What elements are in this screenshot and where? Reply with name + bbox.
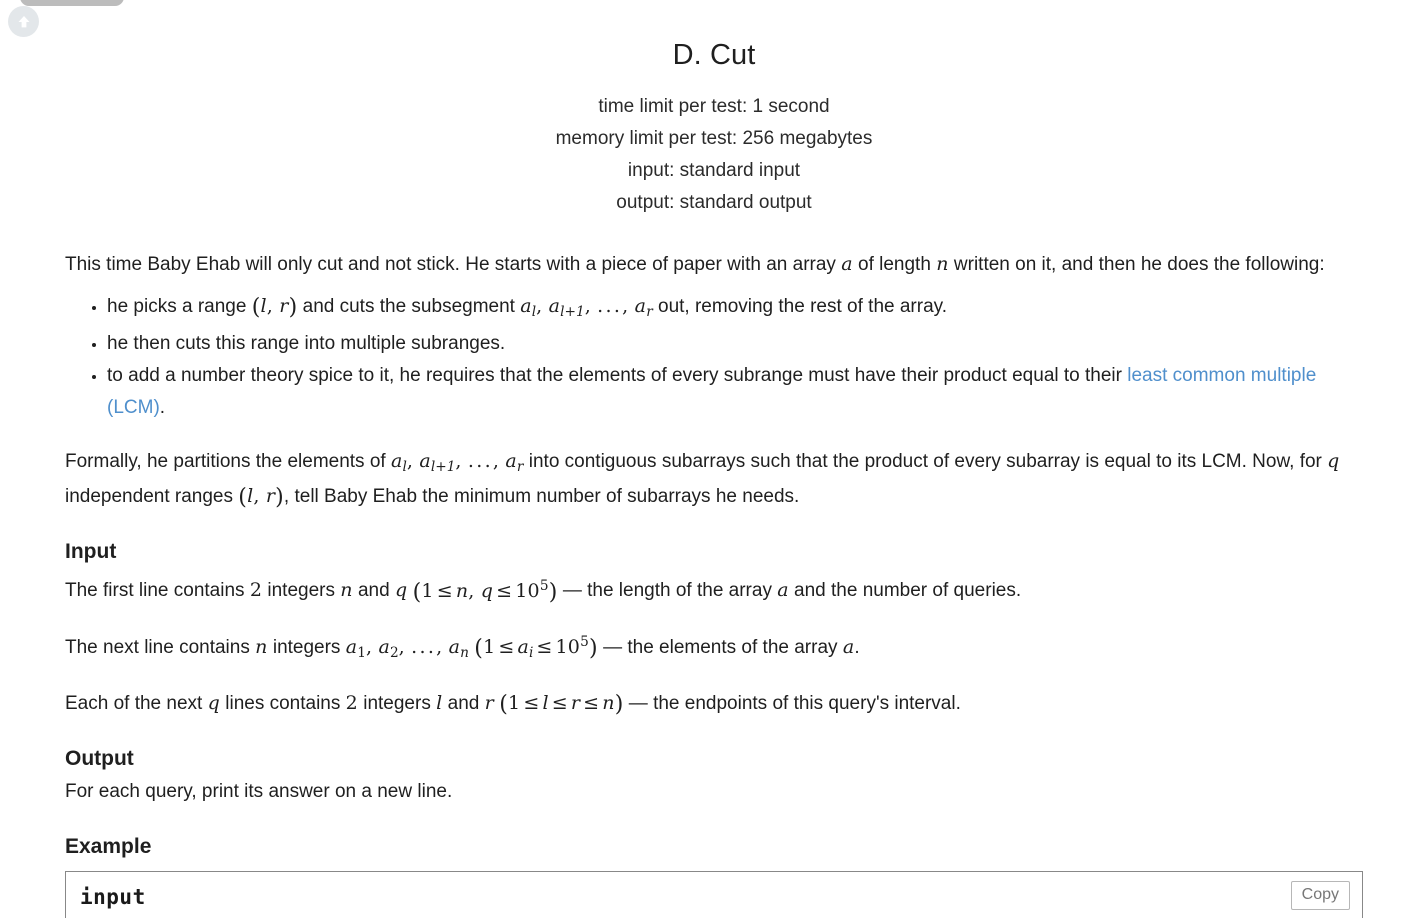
math-l-r: (l, r) bbox=[251, 294, 298, 320]
input-l1-e: and the number of queries. bbox=[788, 580, 1022, 602]
math-n: n bbox=[255, 635, 268, 658]
math-constraint-lr: (1 ≤ l ≤ r ≤ n) bbox=[499, 691, 624, 717]
time-limit: time limit per test: 1 second bbox=[598, 95, 830, 117]
input-l1-a: The first line contains bbox=[65, 580, 250, 602]
math-2: 2 bbox=[249, 579, 263, 602]
bullet-2-text: he then cuts this range into multiple su… bbox=[107, 332, 506, 354]
intro-text-1: This time Baby Ehab will only cut and no… bbox=[65, 253, 842, 275]
browser-tab-stub bbox=[20, 0, 124, 6]
memory-limit: memory limit per test: 256 megabytes bbox=[555, 127, 873, 149]
bullet-1-post: out, removing the rest of the array. bbox=[652, 295, 948, 317]
bullet-3-pre: to add a number theory spice to it, he r… bbox=[107, 364, 1128, 386]
copy-button[interactable]: Copy bbox=[1290, 880, 1350, 910]
formal-paragraph: Formally, he partitions the elements of … bbox=[65, 446, 1363, 513]
intro-text-3: written on it, and then he does the foll… bbox=[948, 253, 1325, 275]
input-l2-d: . bbox=[854, 636, 860, 658]
formal-text-4: , tell Baby Ehab the minimum number of s… bbox=[283, 486, 800, 508]
section-heading-output: Output bbox=[65, 746, 134, 770]
input-l3-b: lines contains bbox=[219, 692, 346, 714]
math-constraint-ai: (1 ≤ ai ≤105) bbox=[474, 633, 598, 661]
math-q: q bbox=[207, 691, 220, 714]
input-l3-e: — the endpoints of this query's interval… bbox=[623, 692, 961, 714]
statement-body: This time Baby Ehab will only cut and no… bbox=[21, 249, 1407, 918]
problem-header: D. Cut time limit per test: 1 second mem… bbox=[21, 0, 1407, 219]
bullet-3-post: . bbox=[159, 396, 166, 418]
rules-list: he picks a range (l, r) and cuts the sub… bbox=[65, 290, 1363, 424]
math-r: r bbox=[484, 691, 494, 714]
input-l1-d: — the length of the array bbox=[557, 580, 778, 602]
math-q: q bbox=[394, 579, 408, 602]
list-item: he then cuts this range into multiple su… bbox=[107, 328, 1363, 360]
math-n: n bbox=[936, 252, 949, 275]
section-heading-example: Example bbox=[65, 834, 152, 858]
math-constraint-nq: (1 ≤ n, q ≤105) bbox=[412, 577, 558, 605]
input-l2-b: integers bbox=[267, 636, 346, 658]
input-l3-a: Each of the next bbox=[65, 692, 208, 714]
intro-paragraph: This time Baby Ehab will only cut and no… bbox=[65, 249, 1363, 280]
math-a: a bbox=[777, 579, 789, 602]
math-2: 2 bbox=[345, 691, 358, 714]
input-l2-a: The next line contains bbox=[65, 636, 256, 658]
math-q: q bbox=[1327, 449, 1340, 472]
formal-text-2: into contiguous subarrays such that the … bbox=[523, 450, 1328, 472]
math-a-sequence: al, al+1, . . . , ar bbox=[520, 294, 653, 320]
sample-tests: input Copy bbox=[65, 870, 1363, 918]
output-description: For each query, print its answer on a ne… bbox=[65, 780, 453, 802]
list-item: he picks a range (l, r) and cuts the sub… bbox=[107, 290, 1363, 328]
math-a: a bbox=[841, 252, 853, 275]
math-a: a bbox=[842, 635, 855, 658]
arrow-up-icon bbox=[14, 12, 34, 32]
scroll-to-top-button[interactable] bbox=[8, 6, 39, 37]
input-l1-c: and bbox=[352, 580, 395, 602]
sample-input-label: input bbox=[80, 884, 146, 909]
input-l2-c: — the elements of the array bbox=[597, 636, 843, 658]
formal-text-3: independent ranges bbox=[65, 486, 239, 508]
input-l1-b: integers bbox=[262, 580, 341, 602]
list-item: to add a number theory spice to it, he r… bbox=[107, 360, 1363, 424]
section-heading-input: Input bbox=[65, 540, 117, 564]
bullet-1-pre: he picks a range bbox=[107, 295, 252, 317]
formal-text-1: Formally, he partitions the elements of bbox=[65, 450, 391, 472]
input-line-1: The first line contains 2 integers n and… bbox=[65, 570, 1363, 606]
math-a-sequence: al, al+1, . . . , ar bbox=[390, 449, 524, 475]
input-line-2: The next line contains n integers a1, a2… bbox=[65, 627, 1363, 668]
math-n: n bbox=[340, 579, 353, 602]
page-title: D. Cut bbox=[672, 39, 756, 71]
input-l3-c: integers bbox=[357, 692, 437, 714]
output-source: output: standard output bbox=[616, 191, 812, 213]
sample-input-box: input Copy bbox=[65, 870, 1363, 918]
math-l-r: (l, r) bbox=[238, 485, 284, 511]
problem-statement: D. Cut time limit per test: 1 second mem… bbox=[21, 0, 1407, 918]
intro-text-2: of length bbox=[852, 253, 937, 275]
input-line-3: Each of the next q lines contains 2 inte… bbox=[65, 688, 1363, 719]
math-a-indexed-sequence: a1, a2, . . . , an bbox=[345, 635, 469, 661]
bullet-1-mid: and cuts the subsegment bbox=[297, 295, 521, 317]
input-l3-d: and bbox=[442, 692, 485, 714]
input-source: input: standard input bbox=[627, 159, 801, 181]
